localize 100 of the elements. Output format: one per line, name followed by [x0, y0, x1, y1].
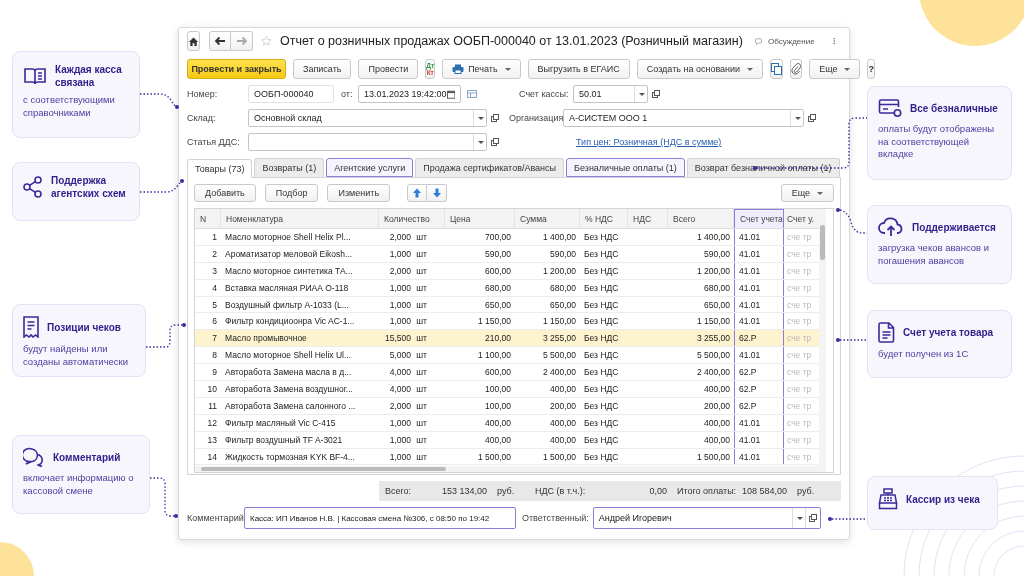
open-icon	[491, 114, 499, 122]
table-cell: шт	[416, 417, 427, 428]
home-button[interactable]	[187, 31, 201, 51]
table-cell: 9	[212, 367, 217, 378]
leader-line	[149, 477, 178, 518]
toolbar-button[interactable]: Выгрузить в ЕГАИС	[527, 59, 630, 79]
field-label: Номер:	[187, 89, 219, 99]
post-and-close-button[interactable]: Провести и закрыть	[187, 59, 286, 79]
responsible-field[interactable]: Андрей Игоревич	[592, 507, 821, 529]
column-header[interactable]: Счет учета	[734, 209, 784, 228]
comment-field[interactable]: Касса: ИП Иванов Н.В. | Кассовая смена №306, с 08:50 по 19:42	[244, 507, 516, 529]
warehouse-field[interactable]: Основной склад	[248, 109, 487, 127]
toolbar-button[interactable]: Записать	[293, 59, 352, 79]
column-header[interactable]: Цена	[445, 209, 515, 228]
open-icon[interactable]	[808, 514, 817, 522]
more-menu-icon[interactable]	[832, 35, 835, 47]
horizontal-scrollbar[interactable]	[195, 466, 819, 472]
table-cell: 41.01	[739, 434, 761, 445]
table-cell: сче тр	[787, 231, 812, 242]
dropdown-button[interactable]: Создать на основании	[636, 59, 764, 79]
table-cell-text: 1,000	[388, 299, 411, 310]
table-cell: 210,00	[485, 333, 511, 344]
table-cell: 1 150,00	[696, 316, 730, 327]
table-cell: шт	[416, 333, 427, 344]
table-row[interactable]: 12 Фильтр масляный Vic C-415 1,000 шт 400,00 400,00 Без НДС 400,00 41.01 сче тр	[195, 414, 819, 432]
tab[interactable]: Возврат безналичной оплаты (1)	[686, 158, 840, 177]
dropdown-button[interactable]: Еще	[780, 184, 834, 202]
field-label: Организация:	[509, 113, 563, 123]
column-header[interactable]: N	[195, 209, 221, 228]
move-down-button[interactable]	[427, 184, 448, 202]
organization-field[interactable]: А-СИСТЕМ ООО 1	[563, 109, 804, 127]
dropdown-arrow-icon[interactable]	[473, 110, 486, 126]
card-text: с соответствующими справочниками	[23, 94, 116, 119]
table-cell: 41.01	[739, 265, 761, 276]
table-cell: шт	[416, 316, 427, 327]
table-cell: 1 500,00	[696, 451, 730, 462]
table-row[interactable]: 4 Вставка масляная РИАА О-118 1,000 шт 680,00 680,00 Без НДС 680,00 41.01 сче тр	[195, 279, 819, 297]
back-button[interactable]	[209, 31, 232, 51]
window-title: Отчет о розничных продажах ООБП-000040 от 13.01.2023 (Розничный магазин)	[280, 34, 743, 48]
leader-line	[139, 179, 184, 193]
table-row[interactable]: 8 Масло моторное Shell Helix Ul... 5,000 шт 1 100,00 5 500,00 Без НДС 5 500,00 41.01 сче тр	[195, 347, 819, 365]
account-field[interactable]: 50.01	[573, 85, 648, 103]
table-row[interactable]: 11 Авторабота Замена салонного ... 2,000 шт 100,00 200,00 Без НДС 200,00 62.Р сче тр	[195, 397, 819, 415]
table-cell: 41.01	[739, 231, 761, 242]
table-cell: сче тр	[787, 417, 812, 428]
card-text: оплаты будут отображены на соответствующей вкладке	[878, 123, 996, 161]
card-icon	[878, 98, 902, 118]
toolbar-button[interactable]: Провести	[358, 59, 419, 79]
table-toolbar-button[interactable]: Добавить	[194, 184, 256, 202]
column-header[interactable]: % НДС	[580, 209, 628, 228]
table-row[interactable]: 2 Ароматизатор меловой Eikosh... 1,000 шт 590,00 590,00 Без НДС 590,00 41.01 сче тр	[195, 245, 819, 263]
table-row[interactable]: 9 Авторабота Замена масла в д... 4,000 шт 600,00 2 400,00 Без НДС 2 400,00 62.Р сче тр	[195, 364, 819, 381]
column-header[interactable]: Номенклатура	[221, 209, 379, 228]
table-cell-text: 1,000	[388, 282, 411, 293]
table-cell: 41.01	[739, 350, 761, 361]
book-icon	[23, 66, 47, 86]
dropdown-arrow-icon[interactable]	[791, 508, 805, 528]
number-field[interactable]: ООБП-000040	[248, 85, 334, 103]
table-row[interactable]: 13 Фильтр воздушный TF A-3021 1,000 шт 400,00 400,00 Без НДС 400,00 41.01 сче тр	[195, 431, 819, 449]
table-cell-text: 1,000	[388, 417, 411, 428]
dropdown-arrow-icon[interactable]	[473, 134, 486, 150]
date-field[interactable]: 13.01.2023 19:42:00	[358, 85, 461, 103]
tab[interactable]: Агентские услуги	[326, 158, 414, 177]
tab[interactable]: Продажа сертификатов/Авансы	[415, 158, 565, 177]
table-row[interactable]: 5 Воздушный фильтр А-1033 (L... 1,000 шт 650,00 650,00 Без НДС 650,00 41.01 сче тр	[195, 296, 819, 314]
attach-button[interactable]	[790, 59, 803, 79]
table-toolbar-button[interactable]: Изменить	[327, 184, 391, 202]
table-cell: шт	[416, 231, 427, 242]
calendar-icon	[446, 89, 455, 99]
print-button[interactable]: Печать	[442, 59, 521, 79]
table-row[interactable]: 14 Жидкость тормозная KYK BF-4... 1,000 шт 1 500,00 1 500,00 Без НДС 1 500,00 41.01 сче тр	[195, 448, 819, 466]
cash-flow-item-field[interactable]	[248, 133, 487, 151]
toolbar-button[interactable]: ?	[867, 59, 875, 79]
column-header[interactable]: Сумма	[515, 209, 580, 228]
table-row[interactable]: 3 Масло моторное синтетика ТА... 2,000 шт 600,00 1 200,00 Без НДС 1 200,00 41.01 сче тр	[195, 262, 819, 280]
vertical-scrollbar[interactable]	[819, 209, 826, 472]
discussion-link[interactable]: Обсуждение	[768, 36, 815, 46]
table-cell: 41.01	[739, 316, 761, 327]
table-row[interactable]: 7 Масло промывочное 15,500 шт 210,00 3 255,00 Без НДС 3 255,00 62.Р сче тр	[195, 330, 819, 348]
dropdown-arrow-icon[interactable]	[634, 86, 647, 102]
table-cell: Без НДС	[584, 350, 619, 361]
table-cell: шт	[416, 400, 427, 411]
table-toolbar-button[interactable]: Подбор	[264, 184, 319, 202]
column-header[interactable]: Счет у.	[784, 209, 818, 228]
copy-icon	[771, 63, 783, 75]
price-type-link[interactable]: Тип цен: Розничная (НДС в сумме)	[576, 137, 722, 147]
tab[interactable]: Возвраты (1)	[254, 158, 325, 177]
tab[interactable]: Товары (73)	[187, 159, 253, 178]
table-row[interactable]: 1 Масло моторное Shell Helix Pl... 2,000 шт 700,00 1 400,00 Без НДС 1 400,00 41.01 сче тр	[195, 229, 819, 246]
tab[interactable]: Безналичные оплаты (1)	[566, 158, 685, 177]
table-cell: 590,00	[704, 248, 730, 259]
card-text: загрузка чеков авансов и погашения авансов	[878, 242, 991, 267]
table-cell: Масло промывочное	[225, 333, 307, 344]
column-header[interactable]: НДС	[628, 209, 668, 228]
copy-button[interactable]	[770, 59, 784, 79]
column-header[interactable]: Количество	[379, 209, 445, 228]
table-row[interactable]: 10 Авторабота Замена воздушног... 4,000 шт 100,00 400,00 Без НДС 400,00 62.Р сче тр	[195, 381, 819, 398]
dropdown-button[interactable]: Еще	[809, 59, 861, 79]
dropdown-arrow-icon[interactable]	[790, 110, 803, 126]
move-up-button[interactable]	[407, 184, 428, 202]
